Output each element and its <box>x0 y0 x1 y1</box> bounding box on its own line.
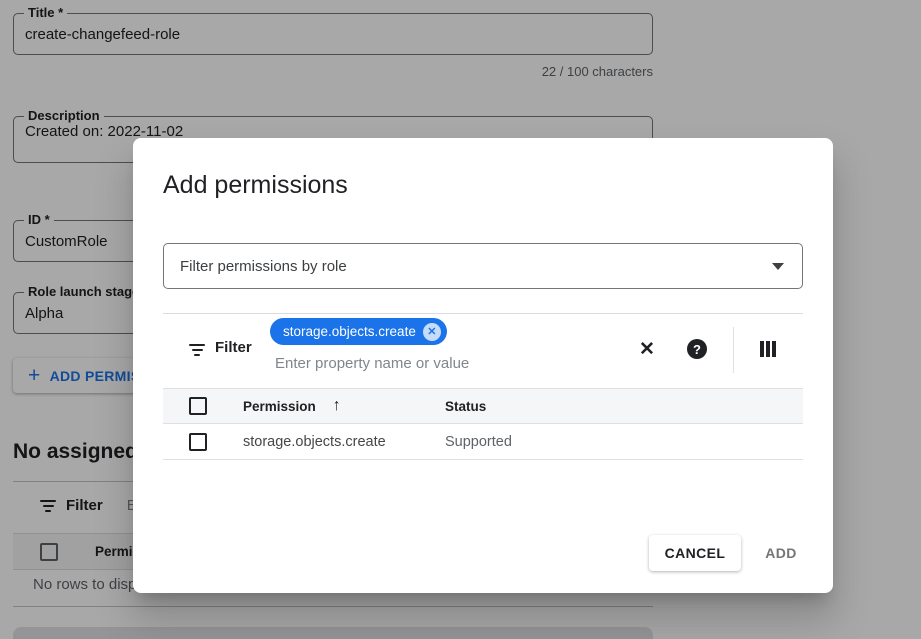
add-button[interactable]: ADD <box>746 535 816 571</box>
role-select-label: Filter permissions by role <box>180 258 772 275</box>
filter-permissions-by-role-select[interactable]: Filter permissions by role <box>163 243 803 289</box>
clear-filter-icon[interactable] <box>635 337 659 361</box>
help-icon[interactable] <box>687 339 707 359</box>
filter-chip-label: storage.objects.create <box>283 324 416 339</box>
chip-remove-icon[interactable] <box>423 323 441 341</box>
permissions-filter-toolbar: Filter storage.objects.create <box>163 314 803 387</box>
filter-label: Filter <box>215 339 252 356</box>
cancel-button[interactable]: CANCEL <box>649 535 741 571</box>
row-checkbox[interactable] <box>189 433 207 451</box>
create-role-page: Title * create-changefeed-role 22 / 100 … <box>0 0 921 639</box>
dialog-title: Add permissions <box>163 171 348 200</box>
filter-icon <box>189 344 205 359</box>
dropdown-arrow-icon <box>772 263 784 270</box>
table-row[interactable]: storage.objects.create Supported <box>163 424 803 460</box>
permissions-table-header: Permission Status <box>163 388 803 424</box>
permission-column-header[interactable]: Permission <box>243 399 316 414</box>
status-column-header[interactable]: Status <box>445 399 486 414</box>
toolbar-divider <box>733 327 734 373</box>
sort-ascending-icon[interactable] <box>333 397 341 415</box>
add-permissions-dialog: Add permissions Filter permissions by ro… <box>133 138 833 593</box>
filter-input[interactable] <box>275 352 605 374</box>
row-permission-cell: storage.objects.create <box>243 434 386 450</box>
select-all-checkbox[interactable] <box>189 397 207 415</box>
row-status-cell: Supported <box>445 434 512 450</box>
column-display-icon[interactable] <box>756 337 780 361</box>
filter-chip[interactable]: storage.objects.create <box>270 318 447 345</box>
